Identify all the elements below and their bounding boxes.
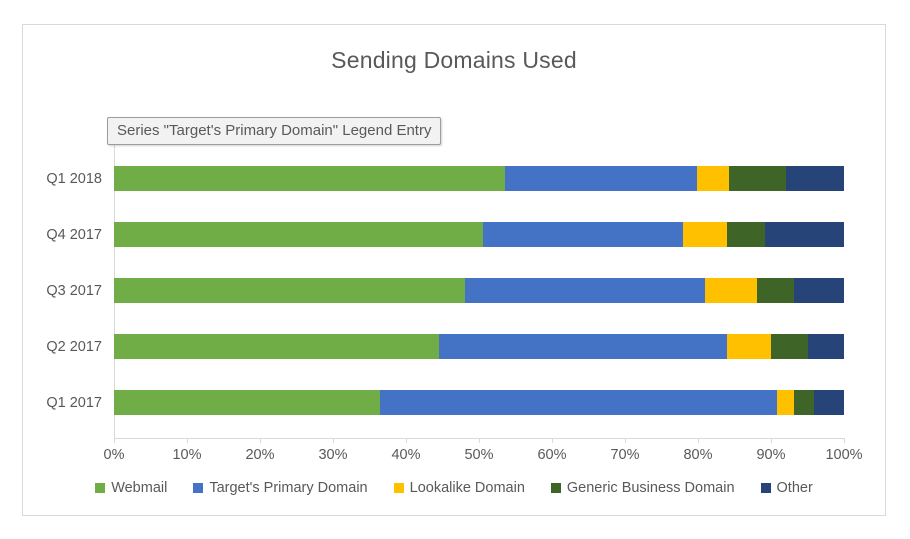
value-axis-label: 30% <box>318 447 348 463</box>
value-axis-tick <box>479 438 480 443</box>
value-axis-tick <box>333 438 334 443</box>
value-axis-label: 90% <box>756 447 786 463</box>
chart-frame: Sending Domains Used Q1 2018 Q4 2017 Q3 20… <box>22 24 886 516</box>
bar-row[interactable]: Q1 2018 <box>46 166 844 191</box>
value-axis-tick <box>698 438 699 443</box>
chart-title[interactable]: Sending Domains Used <box>23 47 885 74</box>
bar-row[interactable]: Q1 2017 <box>46 390 844 415</box>
value-axis-label: 10% <box>172 447 202 463</box>
legend-swatch-icon <box>193 483 204 493</box>
category-label: Q2 2017 <box>46 338 102 355</box>
bar-segment[interactable] <box>505 166 697 191</box>
bar-segment[interactable] <box>786 166 844 191</box>
bar-segment[interactable] <box>379 390 777 415</box>
legend-label: Webmail <box>111 480 168 496</box>
value-axis-tick <box>625 438 626 443</box>
value-axis-tick <box>771 438 772 443</box>
value-axis-label: 80% <box>683 447 713 463</box>
value-axis-tick <box>114 438 115 443</box>
legend-label: Lookalike Domain <box>409 480 525 496</box>
value-axis-label: 20% <box>245 447 275 463</box>
bar-segment[interactable] <box>705 278 758 303</box>
legend-label: Target's Primary Domain <box>209 480 368 496</box>
category-label: Q3 2017 <box>46 282 102 299</box>
legend-swatch-icon <box>760 483 771 493</box>
value-axis-label: 100% <box>825 447 863 463</box>
value-axis-label: 0% <box>103 447 125 463</box>
bar-segment[interactable] <box>814 390 844 415</box>
bar-row[interactable]: Q3 2017 <box>46 278 844 303</box>
legend-label: Generic Business Domain <box>566 480 735 496</box>
bar-segment[interactable] <box>727 222 766 247</box>
legend-item-target-s-primary-domain[interactable]: Target's Primary Domain <box>193 480 368 496</box>
value-axis-tick <box>844 438 845 443</box>
bar-segment[interactable] <box>114 166 506 191</box>
category-label: Q1 2018 <box>46 170 102 187</box>
category-label: Q1 2017 <box>46 394 102 411</box>
bar-segment[interactable] <box>794 278 844 303</box>
bar-segment[interactable] <box>808 334 844 359</box>
legend-item-webmail[interactable]: Webmail <box>95 480 167 496</box>
legend-label: Other <box>776 480 813 496</box>
bar-segment[interactable] <box>794 390 815 415</box>
bar-segment[interactable] <box>765 222 844 247</box>
bar-row[interactable]: Q2 2017 <box>46 334 844 359</box>
legend-item-other[interactable]: Other <box>760 480 813 496</box>
chart-legend[interactable]: Webmail Target's Primary Domain Lookalike … <box>23 480 885 496</box>
plot-area[interactable]: Q1 2018 Q4 2017 Q3 2017 Q2 2017 Q1 2017 <box>46 155 844 438</box>
bar-segment[interactable] <box>438 334 728 359</box>
bar-segment[interactable] <box>114 390 380 415</box>
value-axis-tick <box>552 438 553 443</box>
value-axis-tick <box>260 438 261 443</box>
category-label: Q4 2017 <box>46 226 102 243</box>
bar-segment[interactable] <box>770 334 809 359</box>
bar-segment[interactable] <box>482 222 683 247</box>
value-axis-label: 40% <box>391 447 421 463</box>
bar-segment[interactable] <box>682 222 728 247</box>
value-axis-label: 60% <box>537 447 567 463</box>
legend-item-generic-business-domain[interactable]: Generic Business Domain <box>550 480 735 496</box>
legend-swatch-icon <box>393 483 404 493</box>
bar-segment[interactable] <box>727 334 771 359</box>
bar-segment[interactable] <box>728 166 787 191</box>
bar-segment[interactable] <box>757 278 795 303</box>
legend-swatch-icon <box>95 483 106 493</box>
legend-swatch-icon <box>550 483 561 493</box>
bar-segment[interactable] <box>776 390 795 415</box>
value-axis-label: 70% <box>610 447 640 463</box>
value-axis[interactable]: 0% 10% 20% 30% 40% 50% 60% 70% 80% 90% 100% <box>104 438 863 468</box>
bar-row[interactable]: Q4 2017 <box>46 222 844 247</box>
bar-segment[interactable] <box>114 278 466 303</box>
bar-segment[interactable] <box>465 278 706 303</box>
bar-segment[interactable] <box>696 166 729 191</box>
value-axis-tick <box>406 438 407 443</box>
value-axis-tick <box>187 438 188 443</box>
value-axis-label: 50% <box>464 447 494 463</box>
bar-segment[interactable] <box>114 222 483 247</box>
legend-item-lookalike-domain[interactable]: Lookalike Domain <box>393 480 525 496</box>
legend-entry-tooltip: Series "Target's Primary Domain" Legend … <box>107 117 442 145</box>
bar-segment[interactable] <box>114 334 439 359</box>
